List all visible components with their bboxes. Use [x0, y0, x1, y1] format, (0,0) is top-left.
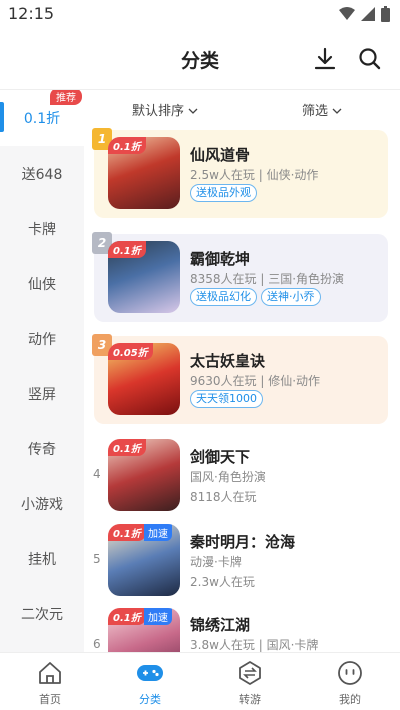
game-meta: 2.5w人在玩 | 仙侠·动作: [190, 168, 319, 182]
status-time: 12:15: [8, 4, 55, 23]
sort-dropdown[interactable]: 默认排序: [132, 100, 198, 119]
sidebar-item-648[interactable]: 送648: [0, 146, 84, 202]
filter-label: 筛选: [302, 104, 329, 119]
recommend-badge: 推荐: [50, 90, 82, 105]
sidebar-item-idle[interactable]: 挂机: [0, 531, 84, 587]
sidebar-item-card[interactable]: 卡牌: [0, 201, 84, 257]
tab-label: 我的: [339, 693, 361, 706]
gift-tag: 送神·小乔: [261, 288, 321, 306]
discount-badge: 0.05折: [108, 343, 153, 360]
sort-label: 默认排序: [132, 104, 185, 119]
sidebar-item-label: 竖屏: [28, 387, 56, 403]
battery-icon: [381, 6, 390, 22]
chevron-down-icon: [188, 108, 198, 114]
category-sidebar: 推荐 0.1折 送648 卡牌 仙侠 动作 竖屏 传奇 小游戏 挂机 二次元: [0, 90, 84, 652]
sidebar-item-label: 0.1折: [23, 111, 61, 127]
sidebar-item-vertical[interactable]: 竖屏: [0, 366, 84, 422]
page-title: 分类: [180, 50, 219, 72]
bottom-tab-bar: 首页 分类 转游 我的: [0, 652, 400, 710]
active-indicator: [0, 102, 4, 132]
game-thumbnail[interactable]: 0.05折: [108, 343, 180, 415]
game-tags: 天天领1000: [190, 390, 263, 408]
sidebar-item-legend[interactable]: 传奇: [0, 421, 84, 477]
filter-dropdown[interactable]: 筛选: [302, 100, 342, 119]
sidebar-item-label: 二次元: [21, 607, 63, 623]
game-name: 剑御天下: [190, 448, 251, 466]
rank-number: 5: [93, 552, 101, 566]
game-players: 2.3w人在玩: [190, 575, 255, 589]
download-icon[interactable]: [312, 46, 338, 72]
game-category: 动漫·卡牌: [190, 555, 242, 569]
status-bar: 12:15: [0, 0, 400, 28]
discount-badge: 0.1折: [108, 241, 146, 258]
game-meta: 9630人在玩 | 修仙·动作: [190, 374, 321, 388]
home-icon: [39, 662, 61, 684]
game-name: 仙风道骨: [190, 146, 251, 164]
transfer-icon: [239, 661, 261, 685]
tab-profile[interactable]: 我的: [300, 653, 400, 710]
game-thumbnail[interactable]: 0.1折: [108, 439, 180, 511]
game-thumbnail[interactable]: 0.1折 加速: [108, 524, 180, 596]
game-thumbnail[interactable]: 0.1折: [108, 137, 180, 209]
discount-badge: 0.1折: [108, 137, 146, 154]
rank-number: 4: [93, 467, 101, 481]
gamepad-icon: [137, 665, 163, 681]
gift-tag: 送极品幻化: [190, 288, 257, 306]
status-icons: [339, 6, 390, 22]
sidebar-item-label: 小游戏: [21, 497, 63, 513]
accelerate-badge: 加速: [144, 524, 172, 541]
game-category: 国风·角色扮演: [190, 470, 266, 484]
gift-tag: 天天领1000: [190, 390, 263, 408]
game-tags: 送极品外观: [190, 184, 257, 202]
game-meta: 3.8w人在玩 | 国风·卡牌: [190, 638, 319, 652]
game-name: 锦绣江湖: [190, 616, 251, 634]
game-name: 太古妖皇诀: [190, 352, 266, 370]
discount-badge: 0.1折: [108, 439, 146, 456]
header: 分类: [0, 28, 400, 90]
profile-face-icon: [338, 661, 362, 685]
sidebar-item-mini-game[interactable]: 小游戏: [0, 476, 84, 532]
tab-transfer[interactable]: 转游: [200, 653, 300, 710]
sidebar-item-label: 传奇: [28, 442, 56, 458]
game-thumbnail[interactable]: 0.1折: [108, 241, 180, 313]
game-players: 8118人在玩: [190, 490, 257, 504]
filter-bar: 默认排序 筛选: [84, 90, 400, 126]
sidebar-item-action[interactable]: 动作: [0, 311, 84, 367]
chevron-down-icon: [332, 108, 342, 114]
tab-label: 分类: [139, 693, 161, 706]
sidebar-item-anime[interactable]: 二次元: [0, 586, 84, 642]
sidebar-item-label: 挂机: [28, 552, 56, 568]
wifi-icon: [339, 7, 355, 20]
tab-label: 首页: [39, 693, 61, 706]
game-name: 霸御乾坤: [190, 250, 251, 268]
tab-home[interactable]: 首页: [0, 653, 100, 710]
sidebar-item-label: 动作: [28, 332, 56, 348]
discount-badge: 0.1折: [108, 608, 146, 625]
gift-tag: 送极品外观: [190, 184, 257, 202]
sidebar-item-label: 卡牌: [28, 222, 56, 238]
discount-badge: 0.1折: [108, 524, 146, 541]
sidebar-item-label: 仙侠: [28, 277, 56, 293]
tab-category[interactable]: 分类: [100, 653, 200, 710]
accelerate-badge: 加速: [144, 608, 172, 625]
game-meta: 8358人在玩 | 三国·角色扮演: [190, 272, 345, 286]
sidebar-item-label: 送648: [21, 167, 63, 183]
signal-icon: [361, 7, 375, 21]
game-name: 秦时明月：沧海: [190, 533, 296, 551]
sidebar-item-xianxia[interactable]: 仙侠: [0, 256, 84, 312]
tab-label: 转游: [239, 693, 261, 706]
game-tags: 送极品幻化 送神·小乔: [190, 288, 321, 306]
rank-number: 6: [93, 637, 101, 651]
sidebar-item-0-1-discount[interactable]: 推荐 0.1折: [0, 90, 84, 146]
search-icon[interactable]: [357, 46, 383, 72]
